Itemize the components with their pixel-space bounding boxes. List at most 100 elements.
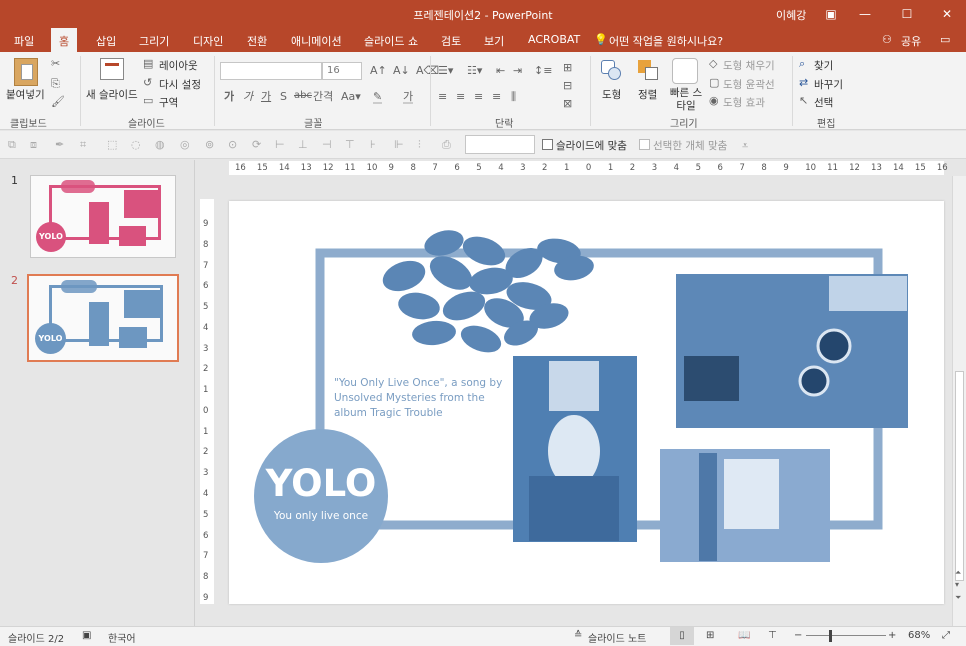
highlight-icon[interactable]: ✎ <box>373 91 383 104</box>
bold-icon[interactable]: 가 <box>224 91 234 102</box>
strikethrough-icon[interactable]: abc <box>294 91 312 101</box>
tab-insert[interactable]: 삽입 <box>96 33 116 49</box>
rotate-icon[interactable]: ⟳ <box>252 139 261 150</box>
tab-home[interactable]: 홈 <box>51 28 78 52</box>
shapes-button[interactable]: 도형 <box>602 87 621 102</box>
new-slide-icon[interactable] <box>100 58 124 80</box>
song-quote-text[interactable]: "You Only Live Once", a song by Unsolved… <box>334 376 509 421</box>
zoom-slider-thumb[interactable] <box>829 630 832 642</box>
reading-view-icon[interactable]: 📖 <box>738 630 750 641</box>
font-color-icon[interactable]: 가 <box>403 91 414 104</box>
align-middle-obj-icon[interactable]: ⊦ <box>370 139 376 150</box>
change-case-icon[interactable]: Aa▾ <box>341 91 361 102</box>
zoom-level[interactable]: 68% <box>908 630 930 641</box>
eyedropper-icon[interactable]: ✒ <box>55 139 64 150</box>
paste-button[interactable]: 붙여넣기 <box>6 87 45 102</box>
tab-draw[interactable]: 그리기 <box>139 33 169 49</box>
tab-transitions[interactable]: 전환 <box>247 33 267 49</box>
fit-slide-checkbox[interactable] <box>542 139 553 150</box>
zoom-in-button[interactable]: + <box>888 630 896 641</box>
slide-thumbnail-1[interactable]: YOLO <box>30 175 176 258</box>
horizontal-ruler[interactable]: 16 15 14 13 12 11 10 9 8 7 6 5 4 3 2 1 0 1 2 3 4 5 6 7 8 9 10 11 12 1… <box>229 161 948 175</box>
union-icon[interactable]: ◌ <box>131 139 141 150</box>
justify-icon[interactable]: ≡ <box>492 91 501 102</box>
current-slide[interactable]: "You Only Live Once", a song by Unsolved… <box>229 201 944 604</box>
subtract-icon[interactable]: ⊙ <box>228 139 237 150</box>
comment-icon[interactable]: ▭ <box>940 33 950 46</box>
tab-slideshow[interactable]: 슬라이드 쇼 <box>364 33 418 49</box>
tab-view[interactable]: 보기 <box>484 33 504 49</box>
align-left-obj-icon[interactable]: ⊢ <box>275 139 285 150</box>
shapes-icon[interactable] <box>599 58 623 82</box>
paste-clipboard-icon[interactable] <box>14 58 38 86</box>
fit-window-icon[interactable]: ⤢ <box>942 630 950 641</box>
align-center-icon[interactable]: ≡ <box>456 91 465 102</box>
distribute-icon[interactable]: ⫶ <box>418 139 421 150</box>
align-right-icon[interactable]: ≡ <box>474 91 483 102</box>
language-indicator[interactable]: 한국어 <box>108 630 136 645</box>
shadow-icon[interactable]: S <box>280 91 287 102</box>
char-spacing-button[interactable]: 간격 <box>313 91 333 102</box>
underline-icon[interactable]: 가 <box>261 91 271 102</box>
new-slide-button[interactable]: 새 슬라이드 <box>86 87 138 102</box>
prev-slide-icon[interactable]: ⏶ <box>955 569 961 577</box>
zoom-slider-track[interactable] <box>806 635 886 636</box>
numbering-icon[interactable]: ☷▾ <box>467 65 482 76</box>
vertical-scrollbar[interactable]: ⏶ ▾ ⏷ <box>952 176 966 626</box>
select-button[interactable]: 선택 <box>814 95 833 110</box>
ribbon-display-icon[interactable]: ▣ <box>814 0 848 28</box>
section-button[interactable]: 구역 <box>159 95 178 110</box>
tab-design[interactable]: 디자인 <box>193 33 223 49</box>
columns-icon[interactable]: ⫼ <box>511 91 516 102</box>
arrange-button[interactable]: 정렬 <box>638 87 657 102</box>
slide-sorter-icon[interactable]: ⊞ <box>706 630 714 641</box>
notes-button[interactable]: 슬라이드 노트 <box>588 630 646 645</box>
quick-styles-button[interactable]: 빠른 스타일 <box>666 87 706 113</box>
select-pane-icon[interactable]: ⬚ <box>107 139 117 150</box>
replace-button[interactable]: 바꾸기 <box>814 77 843 92</box>
shape-outline-button[interactable]: 도형 윤곽선 <box>723 77 775 92</box>
increase-indent-icon[interactable]: ⇥ <box>513 65 522 76</box>
smartart-icon[interactable]: ⊠ <box>563 98 572 109</box>
tab-acrobat[interactable]: ACROBAT <box>528 33 580 46</box>
italic-icon[interactable]: 가 <box>243 91 253 102</box>
minimize-button[interactable]: — <box>848 0 882 28</box>
zoom-out-button[interactable]: − <box>794 630 802 641</box>
share-button[interactable]: 공유 <box>901 33 921 49</box>
next-slide-icon[interactable]: ⏷ <box>955 594 961 602</box>
vertical-ruler[interactable]: 9 8 7 6 5 4 3 2 1 0 1 2 3 4 5 6 7 8 9 <box>200 199 214 604</box>
align-text-icon[interactable]: ⊟ <box>563 80 572 91</box>
reset-button[interactable]: 다시 설정 <box>159 77 201 92</box>
tab-animations[interactable]: 애니메이션 <box>291 33 342 49</box>
shape-fill-button[interactable]: 도형 채우기 <box>723 58 775 73</box>
decrease-font-icon[interactable]: A↓ <box>393 65 410 76</box>
crop-icon[interactable]: ⌗ <box>80 139 86 150</box>
yolo-subtitle[interactable]: You only live once <box>254 510 388 522</box>
tab-file[interactable]: 파일 <box>14 33 34 49</box>
fit-selected-checkbox[interactable] <box>639 139 650 150</box>
align-left-icon[interactable]: ≡ <box>438 91 447 102</box>
quick-styles-icon[interactable] <box>672 58 698 84</box>
scroll-thumb[interactable] <box>955 371 964 581</box>
coffee-beans-image[interactable] <box>379 226 596 357</box>
align-bottom-obj-icon[interactable]: ⊩ <box>394 139 404 150</box>
user-name[interactable]: 이혜강 <box>776 7 806 23</box>
clear-format-icon[interactable]: A⌫ <box>416 65 439 76</box>
toolbar-options-icon[interactable]: ⩡ <box>742 140 748 151</box>
slide-thumbnail-2[interactable]: YOLO <box>27 274 179 362</box>
find-button[interactable]: 찾기 <box>814 58 833 73</box>
font-size-dropdown[interactable]: 16 <box>322 62 362 80</box>
scroll-down-icon[interactable]: ▾ <box>955 581 959 589</box>
tab-review[interactable]: 검토 <box>441 33 461 49</box>
line-spacing-icon[interactable]: ↕≡ <box>534 65 552 76</box>
align-top-obj-icon[interactable]: ⊤ <box>345 139 355 150</box>
spell-check-icon[interactable]: ▣ <box>82 630 91 641</box>
fragment-icon[interactable]: ◎ <box>180 139 190 150</box>
tell-me-search[interactable]: 어떤 작업을 원하시나요? <box>609 33 723 49</box>
increase-font-icon[interactable]: A↑ <box>370 65 387 76</box>
group-icon[interactable]: ⧉ <box>8 139 16 150</box>
font-name-dropdown[interactable] <box>220 62 322 80</box>
intersect-icon[interactable]: ⊚ <box>205 139 214 150</box>
normal-view-icon[interactable]: ▯ <box>670 627 694 645</box>
text-direction-icon[interactable]: ⊞ <box>563 62 572 73</box>
